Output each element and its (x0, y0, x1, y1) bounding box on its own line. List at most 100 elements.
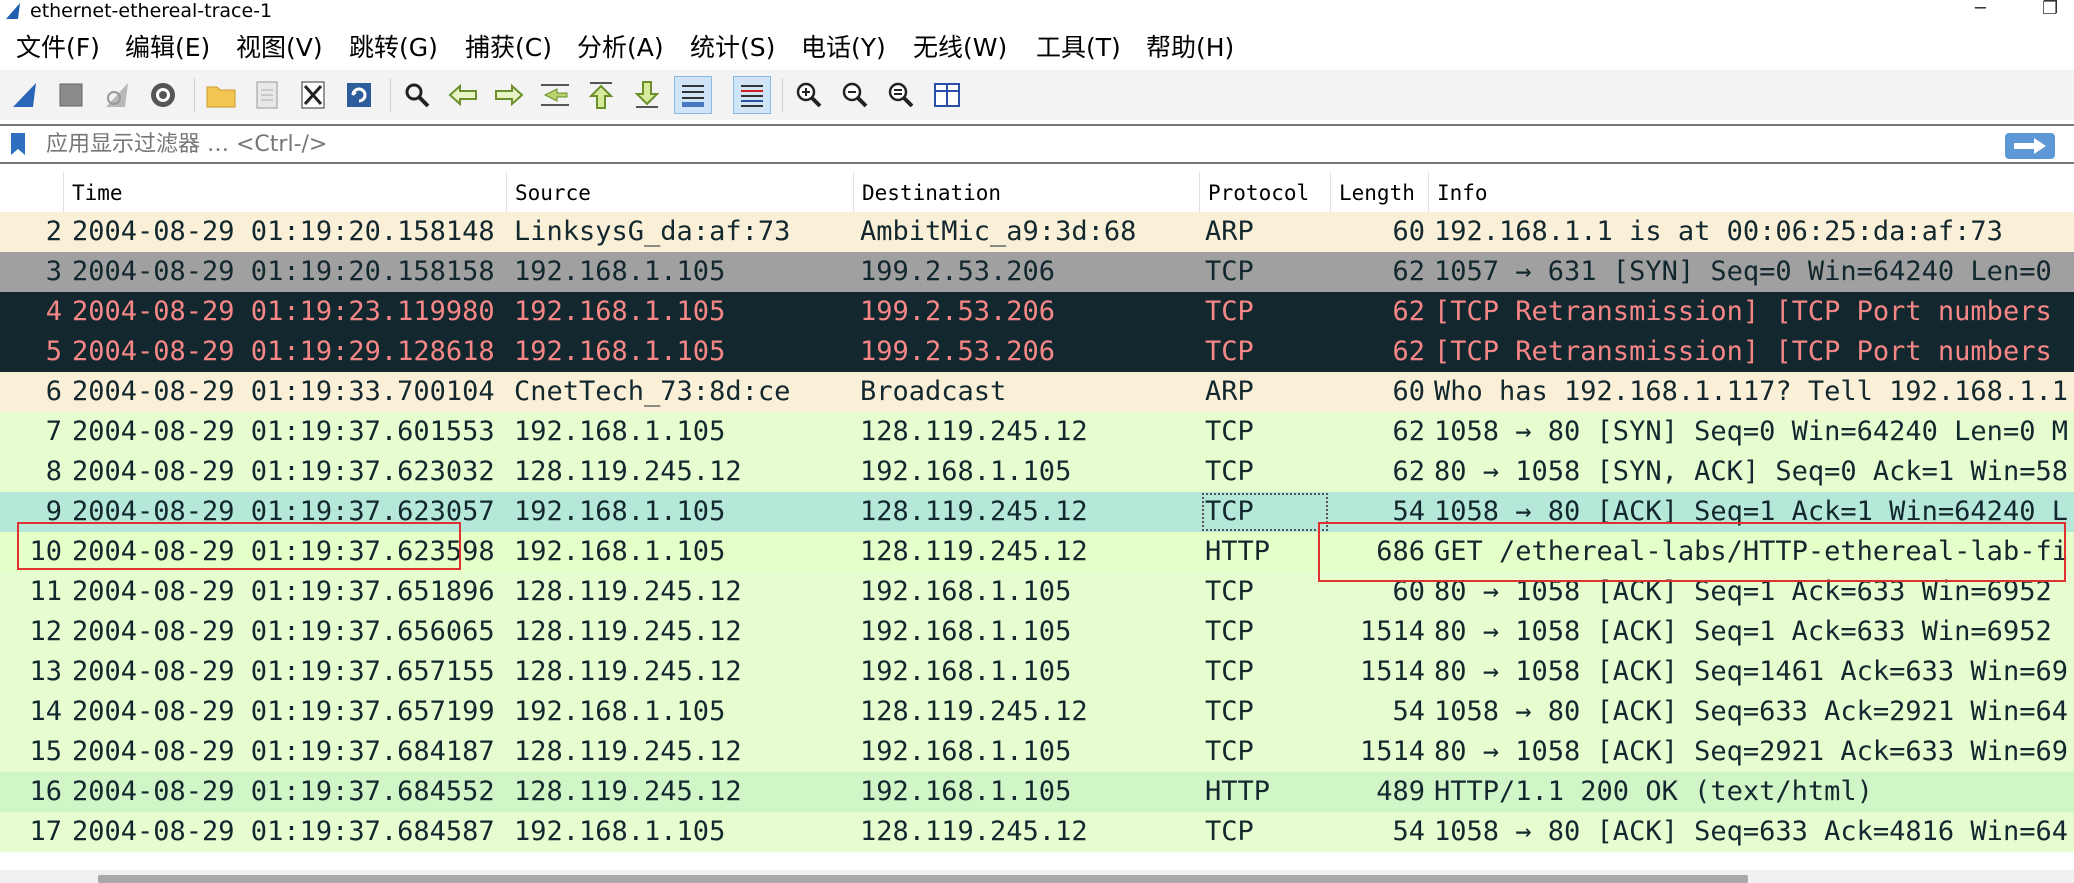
packet-source: 192.168.1.105 (514, 416, 726, 447)
packet-time: 2004-08-29 01:19:20.158148 (72, 216, 495, 247)
table-row[interactable]: 3 2004-08-29 01:19:20.158158 192.168.1.105… (0, 252, 2074, 292)
scrollbar-thumb[interactable] (98, 875, 1748, 883)
go-back-arrow-icon[interactable] (444, 76, 482, 114)
save-file-icon[interactable] (248, 76, 286, 114)
highlight-box-packet-10-info (1318, 522, 2066, 582)
gear-options-icon[interactable] (144, 76, 182, 114)
shark-fin-start-icon[interactable] (6, 76, 44, 114)
table-row[interactable]: 5 2004-08-29 01:19:29.128618 192.168.1.105… (0, 332, 2074, 372)
packet-info: [TCP Retransmission] [TCP Port numbers (1434, 296, 2052, 327)
packet-protocol: TCP (1205, 576, 1254, 607)
packet-length: 54 (1392, 696, 1425, 727)
restore-button[interactable]: ❐ (2042, 0, 2058, 19)
menu-wireless[interactable]: 无线(W) (913, 31, 1007, 65)
menu-statistics[interactable]: 统计(S) (690, 31, 775, 65)
packet-number: 13 (29, 656, 62, 687)
packet-info: 80 → 1058 [ACK] Seq=1 Ack=633 Win=6952 (1434, 616, 2052, 647)
menu-view[interactable]: 视图(V) (236, 31, 323, 65)
packet-source: 192.168.1.105 (514, 536, 726, 567)
column-header-protocol[interactable]: Protocol (1200, 172, 1331, 212)
packet-protocol: ARP (1205, 376, 1254, 407)
menu-analyze[interactable]: 分析(A) (577, 31, 664, 65)
packet-destination: 192.168.1.105 (860, 656, 1072, 687)
apply-filter-button[interactable] (2005, 133, 2055, 159)
last-packet-icon[interactable] (628, 76, 666, 114)
packet-time: 2004-08-29 01:19:37.651896 (72, 576, 495, 607)
open-folder-icon[interactable] (202, 76, 240, 114)
autoscroll-icon[interactable] (674, 76, 712, 114)
packet-source: 192.168.1.105 (514, 336, 726, 367)
packet-time: 2004-08-29 01:19:37.623032 (72, 456, 495, 487)
bookmark-icon[interactable] (8, 132, 28, 156)
packet-protocol: TCP (1205, 736, 1254, 767)
packet-info: 80 → 1058 [ACK] Seq=2921 Ack=633 Win=69 (1434, 736, 2068, 767)
menu-edit[interactable]: 编辑(E) (125, 31, 210, 65)
table-row[interactable]: 12 2004-08-29 01:19:37.656065 128.119.245.… (0, 612, 2074, 652)
table-row[interactable]: 17 2004-08-29 01:19:37.684587 192.168.1.10… (0, 812, 2074, 852)
menu-capture[interactable]: 捕获(C) (465, 31, 552, 65)
column-header-destination[interactable]: Destination (854, 172, 1200, 212)
packet-length: 1514 (1359, 736, 1425, 767)
packet-number: 6 (45, 376, 62, 407)
packet-length: 60 (1392, 376, 1425, 407)
find-magnifier-icon[interactable] (398, 76, 436, 114)
packet-source: 192.168.1.105 (514, 496, 726, 527)
minimize-button[interactable]: ─ (1975, 0, 1986, 19)
packet-protocol: ARP (1205, 216, 1254, 247)
packet-source: LinksysG_da:af:73 (514, 216, 791, 247)
resize-columns-icon[interactable] (928, 76, 966, 114)
column-header-info[interactable]: Info (1429, 172, 2074, 212)
packet-destination: 192.168.1.105 (860, 616, 1072, 647)
packet-source: 128.119.245.12 (514, 576, 742, 607)
packet-length: 60 (1392, 216, 1425, 247)
go-to-packet-icon[interactable] (536, 76, 574, 114)
reload-icon[interactable] (340, 76, 378, 114)
zoom-out-icon[interactable] (836, 76, 874, 114)
focused-cell-outline (1202, 493, 1328, 531)
packet-time: 2004-08-29 01:19:33.700104 (72, 376, 495, 407)
colorize-icon[interactable] (733, 76, 771, 114)
packet-number: 14 (29, 696, 62, 727)
table-row[interactable]: 4 2004-08-29 01:19:23.119980 192.168.1.105… (0, 292, 2074, 332)
table-row[interactable]: 6 2004-08-29 01:19:33.700104 CnetTech_73:8… (0, 372, 2074, 412)
table-row[interactable]: 8 2004-08-29 01:19:37.623032 128.119.245.1… (0, 452, 2074, 492)
packet-length: 62 (1392, 456, 1425, 487)
go-forward-arrow-icon[interactable] (490, 76, 528, 114)
menu-telephony[interactable]: 电话(Y) (801, 31, 886, 65)
horizontal-scrollbar[interactable] (0, 870, 2074, 883)
packet-number: 11 (29, 576, 62, 607)
table-row[interactable]: 16 2004-08-29 01:19:37.684552 128.119.245.… (0, 772, 2074, 812)
menu-file[interactable]: 文件(F) (16, 31, 100, 65)
packet-time: 2004-08-29 01:19:37.684187 (72, 736, 495, 767)
zoom-normal-icon[interactable] (882, 76, 920, 114)
menu-tools[interactable]: 工具(T) (1036, 31, 1121, 65)
menu-help[interactable]: 帮助(H) (1146, 31, 1234, 65)
table-row[interactable]: 14 2004-08-29 01:19:37.657199 192.168.1.10… (0, 692, 2074, 732)
packet-source: 128.119.245.12 (514, 776, 742, 807)
first-packet-icon[interactable] (582, 76, 620, 114)
close-file-icon[interactable] (294, 76, 332, 114)
packet-info: 192.168.1.1 is at 00:06:25:da:af:73 (1434, 216, 2003, 247)
packet-source: 192.168.1.105 (514, 256, 726, 287)
packet-number: 7 (45, 416, 62, 447)
table-row[interactable]: 2 2004-08-29 01:19:20.158148 LinksysG_da:a… (0, 212, 2074, 252)
column-header-length[interactable]: Length (1331, 172, 1429, 212)
packet-info: 80 → 1058 [ACK] Seq=1461 Ack=633 Win=69 (1434, 656, 2068, 687)
restart-fin-icon[interactable] (98, 76, 136, 114)
display-filter-input[interactable] (40, 128, 1992, 160)
menu-go[interactable]: 跳转(G) (349, 31, 438, 65)
column-header-source[interactable]: Source (507, 172, 854, 212)
window-title: ethernet-ethereal-trace-1 (30, 0, 273, 22)
table-row[interactable]: 13 2004-08-29 01:19:37.657155 128.119.245.… (0, 652, 2074, 692)
column-header-no[interactable] (0, 172, 64, 212)
packet-number: 16 (29, 776, 62, 807)
main-toolbar (0, 70, 2074, 120)
packet-destination: 192.168.1.105 (860, 776, 1072, 807)
zoom-in-icon[interactable] (790, 76, 828, 114)
table-row[interactable]: 7 2004-08-29 01:19:37.601553 192.168.1.105… (0, 412, 2074, 452)
table-row[interactable]: 15 2004-08-29 01:19:37.684187 128.119.245.… (0, 732, 2074, 772)
column-header-time[interactable]: Time (64, 172, 507, 212)
stop-square-icon[interactable] (52, 76, 90, 114)
packet-source: 128.119.245.12 (514, 656, 742, 687)
packet-protocol: TCP (1205, 256, 1254, 287)
